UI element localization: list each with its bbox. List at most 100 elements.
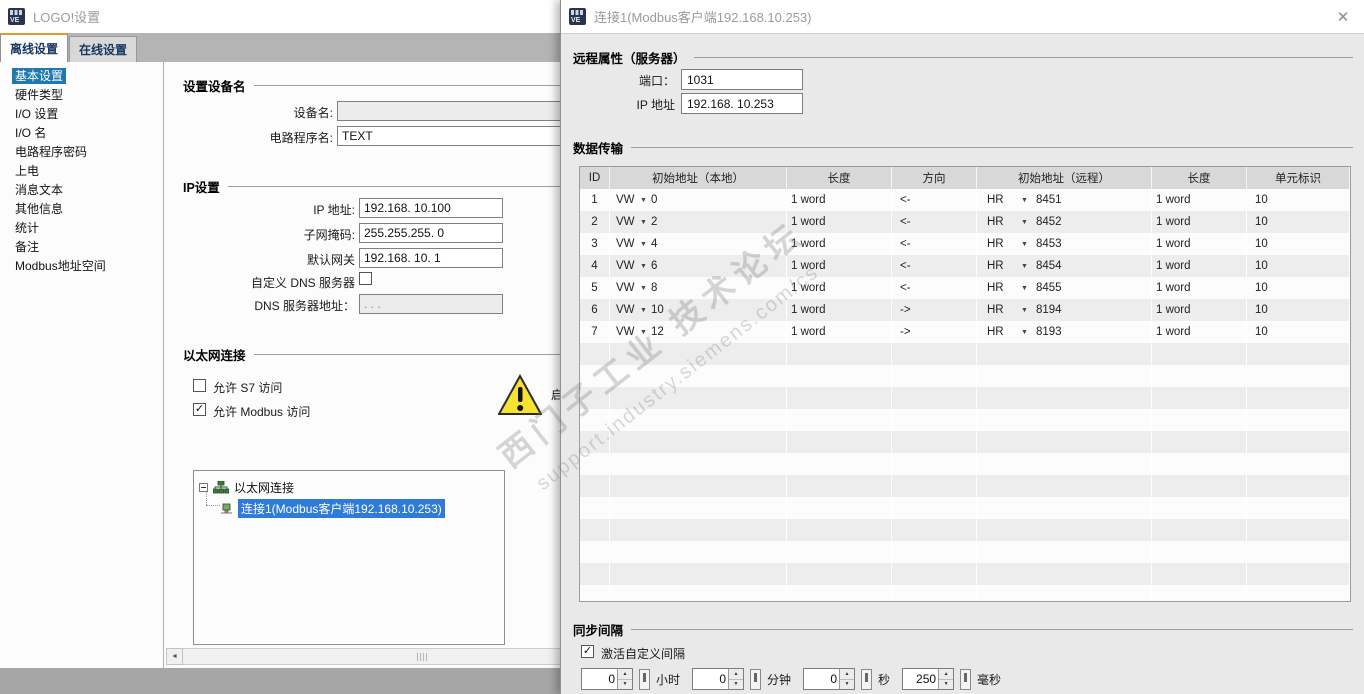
custom-dns-checkbox[interactable] <box>359 272 372 285</box>
spinner-slider[interactable] <box>960 668 972 690</box>
tree-child-row[interactable]: 连接1(Modbus客户端192.168.10.253) <box>220 499 445 518</box>
cell-id <box>580 453 610 475</box>
table-empty-row <box>580 409 1350 431</box>
sidebar-item[interactable]: I/O 设置 <box>0 105 163 124</box>
program-name-input[interactable]: TEXT <box>337 126 560 146</box>
allow-modbus-checkbox[interactable]: ✓ <box>193 403 206 416</box>
cell-unit-id <box>1247 585 1350 601</box>
spinner-slider[interactable] <box>861 668 873 690</box>
sidebar-item[interactable]: 备注 <box>0 238 163 257</box>
spinner-input[interactable]: 0 ▲ ▼ <box>692 668 745 690</box>
transfer-table-body: 1 VW ▼ 0 1 word <- HR ▼ 8451 1 word 10 2 VW ▼ 2 1 word <… <box>580 189 1350 601</box>
port-input[interactable]: 1031 <box>681 69 803 90</box>
tree-root-row[interactable]: 以太网连接 <box>199 479 294 496</box>
cell-direction <box>892 409 977 431</box>
spinner-up-button[interactable]: ▲ <box>840 669 855 680</box>
dropdown-icon: ▼ <box>640 240 647 248</box>
tree-root-label[interactable]: 以太网连接 <box>234 479 294 496</box>
tab-online-settings[interactable]: 在线设置 <box>69 36 138 62</box>
spinner-up-button[interactable]: ▲ <box>618 669 632 680</box>
device-name-input[interactable] <box>337 101 560 121</box>
cell-id <box>580 519 610 541</box>
subnet-mask-label: 子网掩码: <box>303 228 355 242</box>
spinner-down-button[interactable]: ▼ <box>618 679 632 689</box>
cell-remote-address: HR ▼ 8193 <box>977 321 1152 343</box>
dropdown-icon: ▼ <box>1021 284 1028 292</box>
custom-interval-checkbox[interactable]: ✓ <box>581 645 594 658</box>
spinner-slider[interactable] <box>639 668 650 690</box>
table-row[interactable]: 3 VW ▼ 4 1 word <- HR ▼ 8453 1 word 10 <box>580 233 1350 255</box>
column-header: ID <box>580 167 610 189</box>
group-sync-interval: 同步间隔 <box>573 620 1353 639</box>
scroll-left-button[interactable]: ◄ <box>166 648 183 665</box>
spinner-down-button[interactable]: ▼ <box>939 679 954 689</box>
column-header: 初始地址（远程） <box>977 167 1152 189</box>
cell-remote-length: 1 word <box>1152 321 1247 343</box>
tree-child-label[interactable]: 连接1(Modbus客户端192.168.10.253) <box>238 499 445 518</box>
scrollbar-track[interactable] <box>183 648 560 665</box>
cell-remote-address: HR ▼ 8455 <box>977 277 1152 299</box>
tree-collapse-icon[interactable] <box>199 483 208 492</box>
gateway-input[interactable]: 192.168. 10. 1 <box>359 248 503 268</box>
sidebar-item[interactable]: 基本设置 <box>0 67 163 86</box>
scrollbar-grip[interactable] <box>416 653 427 661</box>
dropdown-icon: ▼ <box>1021 218 1028 226</box>
cell-direction <box>892 343 977 365</box>
sidebar-item[interactable]: 统计 <box>0 219 163 238</box>
subnet-mask-input[interactable]: 255.255.255. 0 <box>359 223 503 243</box>
sidebar-item[interactable]: 其他信息 <box>0 200 163 219</box>
cell-direction <box>892 541 977 563</box>
tabstrip: 离线设置 在线设置 <box>0 33 560 62</box>
cell-id <box>580 563 610 585</box>
spinner-input[interactable]: 0 ▲ ▼ <box>803 668 856 690</box>
sidebar-item[interactable]: 消息文本 <box>0 181 163 200</box>
cell-direction <box>892 585 977 601</box>
close-icon[interactable]: ✕ <box>1334 8 1352 26</box>
dropdown-icon: ▼ <box>1021 328 1028 336</box>
table-row[interactable]: 4 VW ▼ 6 1 word <- HR ▼ 8454 1 word 10 <box>580 255 1350 277</box>
sidebar-item[interactable]: 电路程序密码 <box>0 143 163 162</box>
horizontal-scrollbar[interactable]: ◄ <box>166 648 560 665</box>
transfer-table-header: ID 初始地址（本地） 长度 方向 初始地址（远程） 长度 单元标识 <box>580 167 1350 189</box>
cell-remote-address <box>977 475 1152 497</box>
sidebar-item[interactable]: Modbus地址空间 <box>0 257 163 276</box>
column-header: 初始地址（本地） <box>610 167 787 189</box>
table-row[interactable]: 2 VW ▼ 2 1 word <- HR ▼ 8452 1 word 10 <box>580 211 1350 233</box>
cell-remote-address <box>977 387 1152 409</box>
table-row[interactable]: 5 VW ▼ 8 1 word <- HR ▼ 8455 1 word 10 <box>580 277 1350 299</box>
table-empty-row <box>580 541 1350 563</box>
network-icon <box>213 481 229 494</box>
cell-id <box>580 343 610 365</box>
sidebar-item[interactable]: 硬件类型 <box>0 86 163 105</box>
tab-offline-settings[interactable]: 离线设置 <box>0 33 69 62</box>
table-row[interactable]: 7 VW ▼ 12 1 word -> HR ▼ 8193 1 word 10 <box>580 321 1350 343</box>
table-empty-row <box>580 585 1350 601</box>
table-row[interactable]: 1 VW ▼ 0 1 word <- HR ▼ 8451 1 word 10 <box>580 189 1350 211</box>
cell-length <box>787 453 892 475</box>
spinner-down-button[interactable]: ▼ <box>840 679 855 689</box>
dropdown-icon: ▼ <box>1021 262 1028 270</box>
cell-remote-length <box>1152 365 1247 387</box>
spinner-up-button[interactable]: ▲ <box>939 669 954 680</box>
spinner-slider[interactable] <box>750 668 762 690</box>
spinner-input[interactable]: 250 ▲ ▼ <box>902 668 955 690</box>
allow-s7-checkbox[interactable] <box>193 379 206 392</box>
sidebar-item[interactable]: 上电 <box>0 162 163 181</box>
remote-ip-input[interactable]: 192.168. 10.253 <box>681 93 803 114</box>
cell-local-address <box>610 563 787 585</box>
spinner-unit-label: 毫秒 <box>977 672 1002 687</box>
cell-length <box>787 563 892 585</box>
cell-remote-address <box>977 585 1152 601</box>
sidebar-item[interactable]: I/O 名 <box>0 124 163 143</box>
remote-ip-label: IP 地址 <box>636 98 675 112</box>
spinner-input[interactable]: 0 ▲ ▼ <box>581 668 633 690</box>
spinner-up-button[interactable]: ▲ <box>729 669 744 680</box>
spinner-down-button[interactable]: ▼ <box>729 679 744 689</box>
cell-remote-address: HR ▼ 8452 <box>977 211 1152 233</box>
cell-length: 1 word <box>787 189 892 211</box>
dropdown-icon: ▼ <box>640 196 647 204</box>
ip-address-input[interactable]: 192.168. 10.100 <box>359 198 503 218</box>
table-empty-row <box>580 343 1350 365</box>
table-row[interactable]: 6 VW ▼ 10 1 word -> HR ▼ 8194 1 word 10 <box>580 299 1350 321</box>
group-ethernet-title: 以太网连接 <box>183 349 246 363</box>
